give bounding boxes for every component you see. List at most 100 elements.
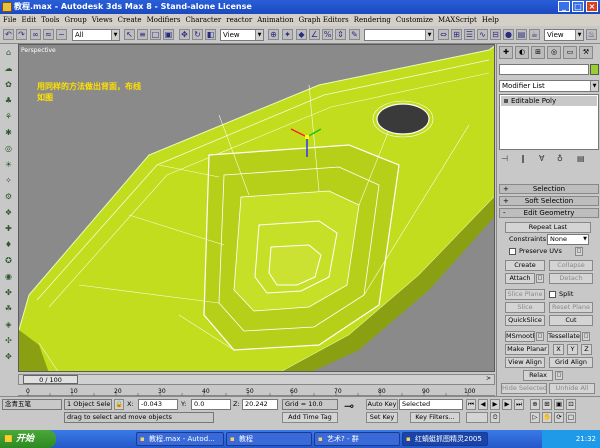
previous-frame-icon[interactable]: ◀ [478, 399, 488, 410]
menu-views[interactable]: Views [92, 16, 113, 24]
menu-animation[interactable]: Animation [257, 16, 293, 24]
menu-character[interactable]: Character [185, 16, 221, 24]
y-coordinate-field[interactable]: 0.0 [191, 399, 231, 410]
tool-8-icon[interactable]: ☀ [3, 160, 14, 170]
grid-align-button[interactable]: Grid Align [549, 357, 593, 368]
tool-5-icon[interactable]: ⚘ [3, 112, 14, 122]
object-color-swatch[interactable] [590, 64, 599, 75]
menu-customize[interactable]: Customize [396, 16, 433, 24]
make-unique-icon[interactable]: ∀ [539, 154, 544, 163]
next-frame-arrow-icon[interactable]: > [486, 375, 491, 382]
selection-filter-dropdown[interactable]: All ▼ [72, 29, 120, 41]
link-icon[interactable]: ∞ [30, 29, 41, 40]
key-filters-button[interactable]: Key Filters... [410, 412, 460, 423]
layer-manager-icon[interactable]: ☰ [464, 29, 475, 40]
menu-tools[interactable]: Tools [41, 16, 59, 24]
rollout-soft-selection[interactable]: + Soft Selection [499, 196, 599, 206]
preserve-uvs-checkbox[interactable] [509, 248, 516, 255]
fov-icon[interactable]: ▷ [530, 412, 540, 423]
snaps-toggle-icon[interactable]: ◆ [296, 29, 307, 40]
create-tab-icon[interactable]: ✚ [499, 46, 513, 59]
time-slider[interactable]: 0 / 100 > [18, 374, 495, 385]
planar-z-button[interactable]: Z [581, 344, 592, 355]
time-config-icon[interactable]: ⏲ [490, 412, 500, 423]
menu-edit[interactable]: Edit [21, 16, 36, 24]
arc-rotate-icon[interactable]: ⟳ [554, 412, 564, 423]
zoom-extents-all-icon[interactable]: ⊡ [566, 399, 576, 410]
zoom-all-icon[interactable]: ⊞ [542, 399, 552, 410]
add-time-tag-button[interactable]: Add Time Tag [282, 412, 338, 423]
tool-3-icon[interactable]: ✿ [3, 80, 14, 90]
menu-graph-editors[interactable]: Graph Editors [299, 16, 349, 24]
tool-2-icon[interactable]: ☁ [3, 64, 14, 74]
modify-tab-icon[interactable]: ◐ [515, 46, 529, 59]
bind-spacewarp-icon[interactable]: ~ [56, 29, 67, 40]
ime-indicator[interactable]: 念青五笔 [2, 399, 62, 410]
next-frame-icon[interactable]: ▶ [502, 399, 512, 410]
tool-16-icon[interactable]: ✤ [3, 288, 14, 298]
menu-reactor[interactable]: reactor [226, 16, 252, 24]
redo-icon[interactable]: ↷ [16, 29, 27, 40]
zoom-extents-icon[interactable]: ▣ [554, 399, 564, 410]
time-slider-thumb[interactable]: 0 / 100 [23, 375, 78, 384]
display-tab-icon[interactable]: ▭ [563, 46, 577, 59]
hide-selected-button[interactable]: Hide Selected [501, 383, 547, 394]
go-to-end-icon[interactable]: ⏭ [514, 399, 524, 410]
pin-stack-icon[interactable]: ⊣ [501, 154, 508, 163]
zoom-icon[interactable]: ⊕ [530, 399, 540, 410]
set-key-button[interactable]: Set Key [366, 412, 398, 423]
menu-group[interactable]: Group [65, 16, 87, 24]
schematic-view-icon[interactable]: ⊟ [490, 29, 501, 40]
slice-button[interactable]: Slice [505, 302, 545, 313]
reset-plane-button[interactable]: Reset Plane [549, 302, 593, 313]
utilities-tab-icon[interactable]: ⚒ [579, 46, 593, 59]
motion-tab-icon[interactable]: ◎ [547, 46, 561, 59]
select-object-icon[interactable]: ↖ [124, 29, 135, 40]
select-rotate-icon[interactable]: ↻ [192, 29, 203, 40]
render-scene-icon[interactable]: ▤ [516, 29, 527, 40]
tool-17-icon[interactable]: ☘ [3, 304, 14, 314]
planar-x-button[interactable]: X [553, 344, 564, 355]
system-tray-clock[interactable]: 21:32 [542, 430, 600, 448]
relax-button[interactable]: Relax [523, 370, 553, 381]
tool-7-icon[interactable]: ◎ [3, 144, 14, 154]
angle-snap-icon[interactable]: ∠ [309, 29, 320, 40]
minimize-button[interactable]: _ [558, 1, 570, 12]
quickslice-button[interactable]: QuickSlice [505, 315, 545, 326]
repeat-last-button[interactable]: Repeat Last [505, 222, 591, 233]
stack-item-editable-poly[interactable]: Editable Poly [501, 96, 597, 106]
x-coordinate-field[interactable]: -0.043 [138, 399, 178, 410]
tool-4-icon[interactable]: ♣ [3, 96, 14, 106]
configure-sets-icon[interactable]: ▤ [577, 154, 585, 163]
attach-list-icon[interactable]: □ [536, 274, 544, 283]
slice-plane-button[interactable]: Slice Plane [505, 289, 545, 300]
play-icon[interactable]: ▶ [490, 399, 500, 410]
unlink-icon[interactable]: ≈ [43, 29, 54, 40]
viewport-label[interactable]: Perspective [21, 47, 56, 54]
maximize-button[interactable]: □ [572, 1, 584, 12]
planar-y-button[interactable]: Y [567, 344, 578, 355]
track-bar[interactable]: 0 10 20 30 40 50 60 70 80 90 100 [18, 385, 495, 396]
task-3dsmax[interactable]: 教程.max - Autod... [136, 432, 224, 446]
menu-maxscript[interactable]: MAXScript [438, 16, 477, 24]
render-view-dropdown[interactable]: View ▼ [544, 29, 584, 41]
select-move-icon[interactable]: ✥ [179, 29, 190, 40]
percent-snap-icon[interactable]: % [322, 29, 333, 40]
reference-coordinate-dropdown[interactable]: View ▼ [220, 29, 264, 41]
spinner-snap-icon[interactable]: ⇕ [335, 29, 346, 40]
hierarchy-tab-icon[interactable]: ⊞ [531, 46, 545, 59]
rollout-edit-geometry[interactable]: - Edit Geometry [499, 208, 599, 218]
menu-rendering[interactable]: Rendering [354, 16, 391, 24]
go-to-start-icon[interactable]: ⏮ [466, 399, 476, 410]
menu-help[interactable]: Help [482, 16, 499, 24]
unhide-all-button[interactable]: Unhide All [549, 383, 595, 394]
remove-modifier-icon[interactable]: ♁ [557, 154, 563, 163]
tool-18-icon[interactable]: ◈ [3, 320, 14, 330]
menu-create[interactable]: Create [118, 16, 142, 24]
view-align-button[interactable]: View Align [505, 357, 545, 368]
lock-selection-icon[interactable]: 🔒 [114, 399, 124, 410]
split-checkbox[interactable] [549, 291, 556, 298]
align-icon[interactable]: ⊞ [451, 29, 462, 40]
current-frame-field[interactable] [466, 412, 488, 423]
tool-19-icon[interactable]: ✣ [3, 336, 14, 346]
